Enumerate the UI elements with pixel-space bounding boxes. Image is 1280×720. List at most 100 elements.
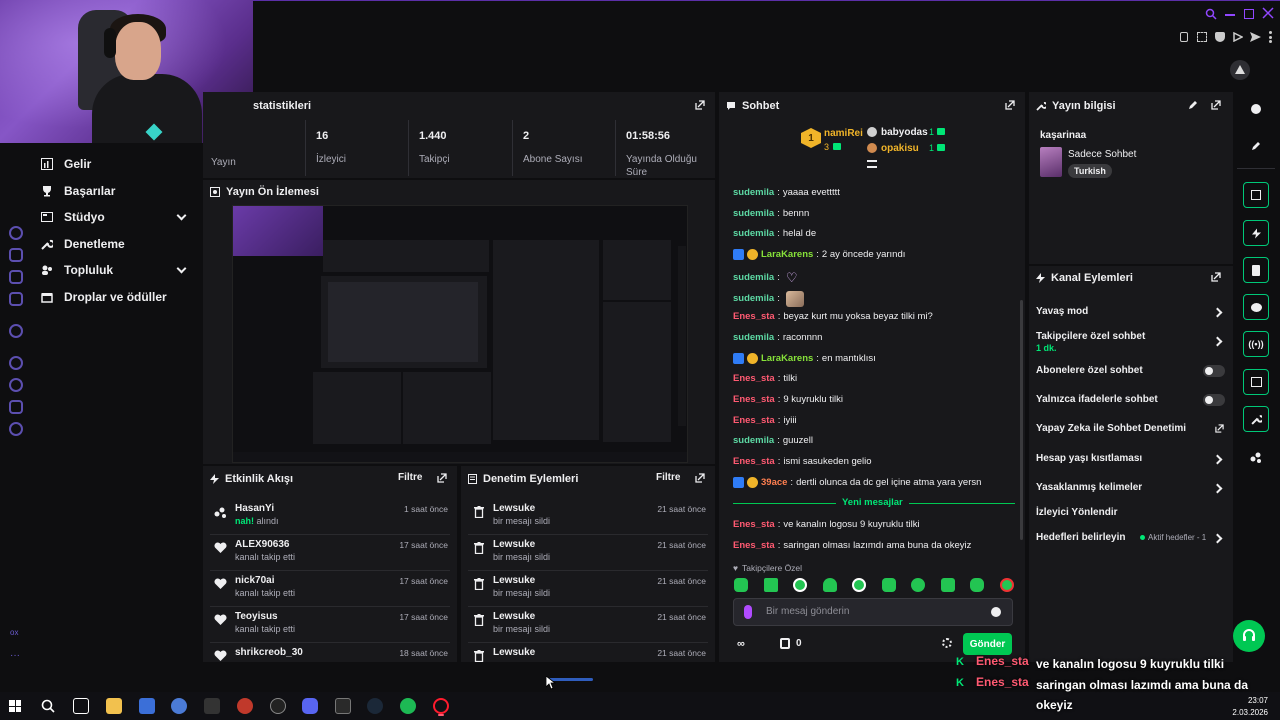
more-dots-icon[interactable]: ··· — [10, 650, 20, 661]
rail-camera-button[interactable] — [1243, 182, 1269, 208]
emote-icon[interactable] — [940, 578, 955, 592]
opera-icon[interactable] — [433, 698, 449, 714]
emote-icon[interactable] — [881, 578, 896, 592]
search-icon[interactable] — [41, 699, 55, 713]
leaderboard-name[interactable]: babyodas — [881, 127, 928, 138]
chat-username[interactable]: sudemila — [733, 208, 774, 219]
channel-action-item[interactable]: İzleyici Yönlendir — [1036, 507, 1118, 518]
shield-icon[interactable] — [1215, 32, 1225, 42]
app-icon[interactable] — [237, 698, 253, 714]
user-avatar[interactable] — [1230, 60, 1250, 80]
history-icon[interactable] — [9, 378, 23, 392]
chat-username[interactable]: Enes_sta — [733, 373, 775, 384]
toggle-switch[interactable] — [1203, 394, 1225, 406]
rail-broadcast-button[interactable]: ((•)) — [1243, 331, 1269, 357]
sidebar-item-achievements[interactable]: Başarılar — [40, 181, 115, 201]
emote-icon[interactable] — [852, 578, 867, 592]
close-icon[interactable] — [1262, 7, 1274, 19]
search-icon[interactable] — [1205, 8, 1217, 20]
chat-username[interactable]: sudemila — [733, 332, 774, 343]
chat-username[interactable]: Enes_sta — [733, 311, 775, 322]
chat-username[interactable]: sudemila — [733, 228, 774, 239]
chat-message[interactable]: LaraKarens: en mantıklısı — [733, 352, 876, 364]
category-name[interactable]: Sadece Sohbet — [1068, 149, 1136, 160]
chat-message[interactable]: sudemila: — [733, 290, 804, 307]
emoji-icon[interactable] — [991, 607, 1001, 617]
video-icon[interactable] — [9, 270, 23, 284]
camera-icon[interactable] — [9, 248, 23, 262]
chat-message[interactable]: Enes_sta: beyaz kurt mu yoksa beyaz tilki… — [733, 311, 933, 322]
clock-icon[interactable] — [9, 226, 23, 240]
chat-message[interactable]: Enes_sta:9 kuyruklu tilki — [733, 394, 843, 405]
community-icon[interactable] — [1250, 451, 1262, 463]
chat-username[interactable]: sudemila — [733, 187, 774, 198]
chat-message[interactable]: Enes_sta: iyiii — [733, 415, 797, 426]
popout-icon[interactable] — [695, 100, 705, 110]
emote-icon[interactable] — [999, 578, 1014, 592]
info-icon[interactable] — [1251, 104, 1261, 114]
chat-message[interactable]: sudemila: guuzell — [733, 435, 813, 446]
sidebar-item-moderation[interactable]: Denetleme — [40, 234, 125, 254]
fullscreen-icon[interactable] — [1197, 32, 1207, 42]
filter-button[interactable]: Filtre — [398, 472, 422, 483]
popout-icon[interactable] — [1211, 100, 1221, 110]
sidebar-item-drops[interactable]: Droplar ve ödüller — [40, 287, 167, 307]
popout-icon[interactable] — [695, 473, 705, 483]
settings-icon[interactable] — [9, 324, 23, 338]
moderation-item[interactable]: Lewsuke — [493, 647, 535, 658]
chat-message[interactable]: sudemila: yaaaa evettttt — [733, 187, 840, 198]
pencil-icon[interactable] — [1251, 141, 1261, 151]
share-icon[interactable] — [9, 400, 23, 414]
leaderboard-name[interactable]: namiRei — [824, 128, 863, 139]
tag-badge[interactable]: Turkish — [1068, 164, 1112, 178]
popout-icon[interactable] — [437, 473, 447, 483]
chat-username[interactable]: LaraKarens — [761, 249, 813, 260]
moderation-item[interactable]: Lewsuke bir mesajı sildi — [493, 539, 550, 562]
sidebar-item-studio[interactable]: Stüdyo — [40, 207, 105, 227]
chat-message[interactable]: sudemila: ♡ — [733, 270, 797, 286]
chat-username[interactable]: sudemila — [733, 272, 774, 283]
rail-layout-button[interactable] — [1243, 369, 1269, 395]
rail-wrench-button[interactable] — [1243, 406, 1269, 432]
chevron-down-icon[interactable] — [176, 263, 187, 274]
emote-icon[interactable] — [734, 578, 748, 592]
steam-icon[interactable] — [367, 698, 383, 714]
chat-message[interactable]: sudemila: bennn — [733, 208, 809, 219]
send-button[interactable]: Gönder — [963, 633, 1012, 655]
m-icon[interactable] — [9, 292, 23, 306]
emote-icon[interactable] — [911, 578, 926, 592]
more-icon[interactable] — [1269, 31, 1272, 43]
rail-bolt-button[interactable] — [1243, 220, 1269, 246]
emote-icon[interactable] — [970, 578, 985, 592]
help-headset-button[interactable] — [1233, 620, 1265, 652]
external-link-icon[interactable] — [1215, 424, 1224, 433]
moderation-item[interactable]: Lewsuke bir mesajı sildi — [493, 503, 550, 526]
spotify-icon[interactable] — [400, 698, 416, 714]
epic-games-icon[interactable] — [335, 698, 351, 714]
leaderboard-name[interactable]: opakisu — [881, 143, 919, 154]
sidebar-item-community[interactable]: Topluluk — [40, 260, 113, 280]
windows-start-icon[interactable] — [9, 700, 21, 712]
channel-action-item[interactable]: Yapay Zeka ile Sohbet Denetimi — [1036, 423, 1186, 434]
chat-username[interactable]: Enes_sta — [733, 519, 775, 530]
filter-button[interactable]: Filtre — [656, 472, 680, 483]
category-box-art[interactable] — [1040, 147, 1062, 177]
chat-settings-icon[interactable] — [942, 638, 952, 648]
chat-input[interactable]: Bir mesaj gönderin — [766, 606, 849, 617]
popout-icon[interactable] — [1211, 272, 1221, 282]
activity-item[interactable]: ALEX90636 kanalı takip etti — [235, 539, 295, 562]
channel-action-item[interactable]: Yalnızca ifadelerle sohbet — [1036, 394, 1158, 405]
channel-action-item[interactable]: Yavaş mod — [1036, 306, 1088, 317]
channel-action-item[interactable]: Hedefleri belirleyin — [1036, 532, 1125, 543]
channel-points-icon[interactable]: ∞ — [737, 638, 745, 650]
stream-preview[interactable] — [232, 205, 688, 463]
chat-scrollbar[interactable] — [1020, 300, 1023, 540]
chat-username[interactable]: Enes_sta — [733, 540, 775, 551]
toggle-switch[interactable] — [1203, 365, 1225, 377]
activity-item[interactable]: Teoyisus kanalı takip etti — [235, 611, 295, 634]
rail-chat-button[interactable] — [1243, 294, 1269, 320]
chat-message[interactable]: sudemila: raconnnn — [733, 332, 822, 343]
app-icon[interactable] — [270, 698, 286, 714]
mic-icon[interactable] — [744, 605, 752, 619]
chat-message[interactable]: Enes_sta: ve kanalın logosu 9 kuyruklu ti… — [733, 519, 920, 530]
